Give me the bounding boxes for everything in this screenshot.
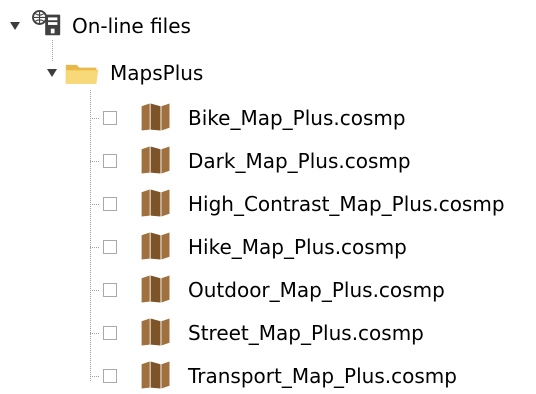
map-icon: [141, 189, 170, 217]
tree-node-file[interactable]: Hike_Map_Plus.cosmp: [0, 229, 430, 265]
tree-node-file[interactable]: High_Contrast_Map_Plus.cosmp: [0, 186, 530, 222]
tree-node-file[interactable]: Outdoor_Map_Plus.cosmp: [0, 272, 480, 308]
tree-node-file[interactable]: Street_Map_Plus.cosmp: [0, 315, 470, 351]
tree-node-file[interactable]: Transport_Map_Plus.cosmp: [0, 358, 500, 394]
folder-icon: [65, 64, 99, 84]
tree-node-online-files[interactable]: On-line files: [0, 8, 230, 44]
tree-node-file[interactable]: Bike_Map_Plus.cosmp: [0, 100, 430, 136]
triangle-down-icon: [47, 69, 57, 77]
file-checkbox[interactable]: [103, 369, 117, 383]
file-label: Hike_Map_Plus.cosmp: [188, 235, 407, 259]
file-checkbox[interactable]: [103, 154, 117, 168]
map-icon: [141, 103, 170, 131]
file-tree: On-line files MapsPlus Bike_Map_Plus.cos…: [0, 0, 536, 394]
file-label: Outdoor_Map_Plus.cosmp: [188, 278, 445, 302]
file-checkbox[interactable]: [103, 197, 117, 211]
file-label: Bike_Map_Plus.cosmp: [188, 106, 406, 130]
map-icon: [141, 318, 170, 346]
online-files-icon: [32, 9, 61, 36]
file-checkbox[interactable]: [103, 111, 117, 125]
file-checkbox[interactable]: [103, 240, 117, 254]
file-checkbox[interactable]: [103, 283, 117, 297]
file-label: Dark_Map_Plus.cosmp: [188, 149, 411, 173]
expand-toggle-mapsplus[interactable]: [45, 66, 59, 80]
expand-toggle-online-files[interactable]: [8, 19, 22, 33]
node-label-mapsplus: MapsPlus: [110, 61, 204, 85]
tree-node-mapsplus[interactable]: MapsPlus: [0, 55, 220, 91]
map-icon: [141, 275, 170, 303]
triangle-down-icon: [10, 22, 20, 30]
map-icon: [141, 361, 170, 389]
node-label-online-files: On-line files: [72, 14, 191, 38]
map-icon: [141, 232, 170, 260]
tree-node-file[interactable]: Dark_Map_Plus.cosmp: [0, 143, 430, 179]
map-icon: [141, 146, 170, 174]
file-label: High_Contrast_Map_Plus.cosmp: [188, 192, 505, 216]
file-label: Transport_Map_Plus.cosmp: [188, 364, 457, 388]
file-checkbox[interactable]: [103, 326, 117, 340]
file-label: Street_Map_Plus.cosmp: [188, 321, 424, 345]
